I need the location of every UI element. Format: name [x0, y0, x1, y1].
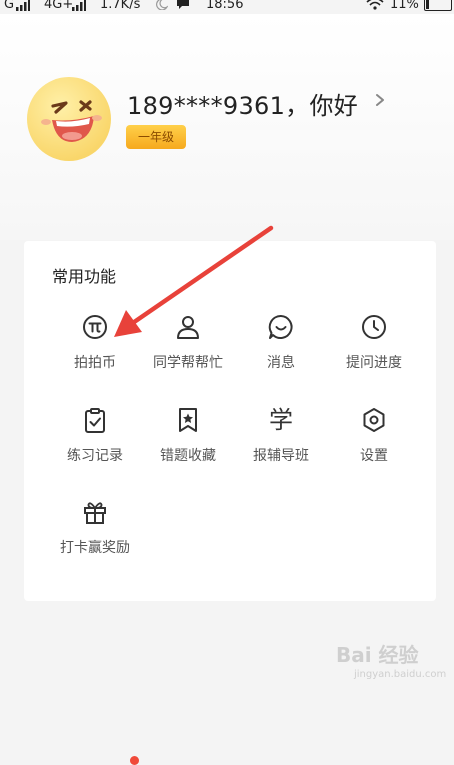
watermark-main: Bai 经验 — [336, 643, 419, 667]
network-speed: 1.7K/s — [100, 0, 141, 12]
pi-coin-icon — [83, 315, 107, 339]
bookmark-star-icon — [179, 408, 197, 432]
signal-icon-2 — [72, 0, 86, 11]
function-label: 打卡赢奖励 — [60, 540, 130, 556]
chevron-right-icon[interactable] — [374, 92, 386, 108]
function-label: 提问进度 — [346, 355, 402, 371]
function-pai-coin[interactable]: 拍拍币 — [50, 314, 140, 374]
battery-percent: 11% — [390, 0, 419, 12]
gift-icon — [84, 502, 106, 524]
common-functions-card: 常用功能 拍拍币 同学帮帮忙 消息 提问进度 练习记录 错题收藏 学 报辅导班 … — [24, 241, 436, 765]
function-label: 消息 — [267, 355, 295, 371]
clock-time: 18:56 — [206, 0, 244, 12]
function-check-in-rewards[interactable]: 打卡赢奖励 — [50, 499, 140, 765]
watermark: Bai 经验 jingyan.baidu.com — [336, 631, 454, 686]
function-wrong-questions[interactable]: 错题收藏 — [143, 407, 233, 467]
function-settings[interactable]: 设置 — [329, 407, 419, 467]
clock-icon — [362, 315, 386, 339]
message-icon — [268, 314, 293, 339]
notification-dot — [130, 756, 139, 765]
network-type: G — [4, 0, 15, 12]
person-icon — [177, 316, 199, 339]
function-practice-record[interactable]: 练习记录 — [50, 407, 140, 467]
function-label: 设置 — [360, 448, 388, 464]
network-type-2: 4G+ — [44, 0, 74, 12]
grade-badge: 一年级 — [126, 125, 186, 149]
moon-icon — [156, 0, 168, 10]
function-label: 拍拍币 — [74, 355, 116, 371]
function-label: 同学帮帮忙 — [153, 355, 223, 371]
clipboard-check-icon — [85, 408, 105, 433]
wifi-icon — [366, 0, 384, 10]
watermark-sub: jingyan.baidu.com — [354, 669, 447, 680]
card-title: 常用功能 — [52, 267, 117, 286]
status-bar: G 4G+ 1.7K/s 18:56 11% — [0, 0, 454, 14]
username-greeting[interactable]: 189****9361，你好 — [127, 86, 358, 121]
avatar[interactable] — [26, 76, 112, 162]
function-label: 错题收藏 — [160, 448, 216, 464]
study-char-icon: 学 — [269, 406, 293, 434]
function-label: 报辅导班 — [253, 448, 309, 464]
battery-icon — [424, 0, 452, 11]
chat-bubble-icon — [177, 0, 189, 9]
hexagon-gear-icon — [363, 408, 385, 432]
battery-level — [426, 0, 429, 9]
function-messages[interactable]: 消息 — [236, 314, 326, 374]
function-label: 练习记录 — [67, 448, 123, 464]
function-tutoring-class[interactable]: 学 报辅导班 — [236, 407, 326, 467]
function-classmate-help[interactable]: 同学帮帮忙 — [143, 314, 233, 374]
signal-icon — [16, 0, 30, 11]
function-question-progress[interactable]: 提问进度 — [329, 314, 419, 374]
